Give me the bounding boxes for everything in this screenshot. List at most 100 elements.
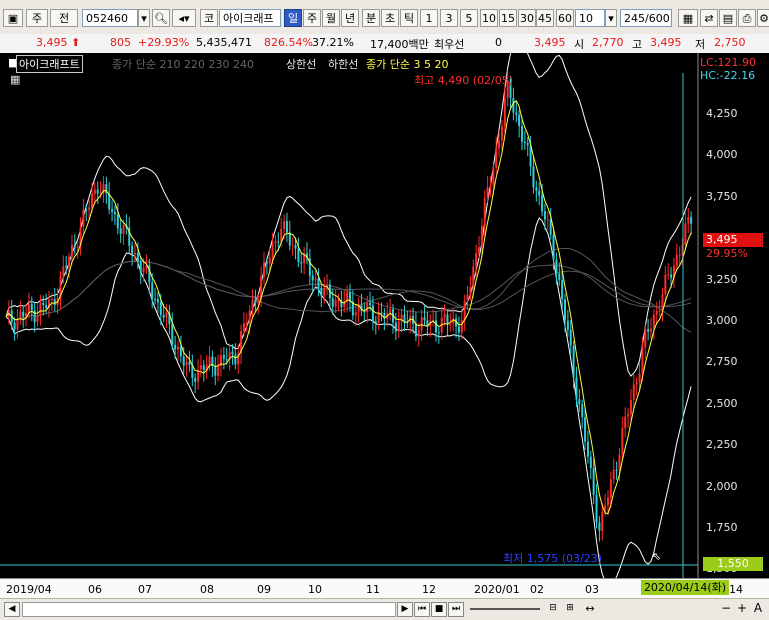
fit-icon[interactable]: ↔ <box>582 602 598 617</box>
amount-value: 17,400백만 <box>370 38 429 51</box>
tab-second[interactable]: 초 <box>381 9 399 27</box>
candle-body <box>134 252 136 255</box>
candle-body <box>678 254 681 256</box>
tab-tick[interactable]: 틱 <box>400 9 418 27</box>
interval-5[interactable]: 5 <box>460 9 478 27</box>
high-annotation: 최고 4,490 (02/05) <box>414 74 514 87</box>
candle-body <box>655 311 658 315</box>
chart-scrollbar[interactable]: ◀ ▶ ⏮ ■ ⏭ ⊟ ⊞ ↔ − + A <box>0 598 769 620</box>
interval-15[interactable]: 15 <box>499 9 517 27</box>
y-tick-label: 2,500 <box>706 396 738 410</box>
tab-week[interactable]: 주 <box>303 9 321 27</box>
candle-body <box>317 278 320 289</box>
zoom-slider[interactable] <box>470 608 540 610</box>
candle-body <box>598 522 601 531</box>
plus-icon[interactable]: + <box>734 602 750 617</box>
candle-body <box>68 257 71 267</box>
interval-3[interactable]: 3 <box>440 9 458 27</box>
x-tick-label: 11 <box>366 583 380 596</box>
tab-minute[interactable]: 분 <box>362 9 380 27</box>
save-icon[interactable]: ▤ <box>719 9 737 27</box>
candle-body <box>354 311 357 316</box>
interval-1[interactable]: 1 <box>420 9 438 27</box>
tab-day[interactable]: 일 <box>284 9 302 27</box>
stock-code-input[interactable]: 052460 <box>82 9 138 27</box>
chart-settings-icon[interactable]: ▣ <box>3 9 23 27</box>
candle-body <box>569 329 572 346</box>
candle-body <box>65 266 68 268</box>
candle-body <box>420 317 423 331</box>
candle-body <box>76 246 79 248</box>
interval-60[interactable]: 60 <box>556 9 574 27</box>
candle-body <box>489 184 492 188</box>
x-tick-label: 08 <box>200 583 214 596</box>
code-dropdown-icon[interactable]: ▾ <box>138 9 150 27</box>
candle-body <box>629 399 632 415</box>
candle-body <box>177 346 179 350</box>
candle-body <box>664 274 667 295</box>
zoom-out-icon[interactable]: ⊟ <box>545 602 561 617</box>
candle-body <box>96 189 99 194</box>
candle-body <box>174 344 177 350</box>
first-icon[interactable]: ⏮ <box>414 602 430 617</box>
price-chart[interactable]: ■ 아이크래프트 ▦ 종가 단순 210 220 230 240 상한선 하한선… <box>0 53 769 598</box>
candle-body <box>159 302 162 316</box>
print-icon[interactable]: ⎙ <box>738 9 756 27</box>
candle-body <box>194 377 197 382</box>
tab-month[interactable]: 월 <box>322 9 340 27</box>
scroll-right-icon[interactable]: ▶ <box>397 602 413 617</box>
tab-year[interactable]: 년 <box>341 9 359 27</box>
scroll-left-icon[interactable]: ◀ <box>4 602 20 617</box>
zoom-in-icon[interactable]: ⊞ <box>562 602 578 617</box>
cursor-date-tag: 2020/04/14(화) <box>641 580 729 595</box>
candle-body <box>271 243 274 258</box>
candle-body <box>523 141 526 144</box>
volume-value: 5,435,471 <box>196 36 252 49</box>
period-button[interactable]: 주 <box>26 9 48 27</box>
y-tick-label: 2,000 <box>706 479 738 493</box>
last-icon[interactable]: ⏭ <box>448 602 464 617</box>
best-label: 최우선 <box>434 38 465 51</box>
interval-select[interactable]: 10 <box>575 9 605 27</box>
count-input[interactable]: 245/600 <box>620 9 672 27</box>
candle-body <box>612 469 615 480</box>
x-tick-label: 10 <box>308 583 322 596</box>
scroll-track[interactable] <box>22 602 396 617</box>
candle-body <box>188 361 191 365</box>
font-size-icon[interactable]: A <box>750 602 766 617</box>
candle-body <box>621 428 624 455</box>
candle-body <box>251 299 254 311</box>
prev-button[interactable]: 전 <box>50 9 78 27</box>
stop-icon[interactable]: ■ <box>431 602 447 617</box>
compare-icon[interactable]: ⇄ <box>700 9 718 27</box>
market-button[interactable]: 코 <box>200 9 218 27</box>
interval-30[interactable]: 30 <box>518 9 536 27</box>
candle-body <box>297 248 300 263</box>
candle-body <box>70 244 73 258</box>
candle-body <box>592 468 595 495</box>
candle-body <box>265 262 268 264</box>
minus-icon[interactable]: − <box>718 602 734 617</box>
interval-45[interactable]: 45 <box>536 9 554 27</box>
candle-body <box>486 187 489 198</box>
search-icon[interactable]: 🔍︎ <box>152 9 170 27</box>
indicator-grid-icon[interactable]: ▦ <box>10 73 20 86</box>
candle-body <box>19 311 22 319</box>
candle-body <box>667 274 670 276</box>
x-tick-label: 03 <box>585 583 599 596</box>
candle-body <box>449 323 452 325</box>
interval-dropdown-icon[interactable]: ▾ <box>605 9 617 27</box>
sound-icon[interactable]: ◂▾ <box>172 9 196 27</box>
y-tick-label: 3,250 <box>706 272 738 286</box>
candle-body <box>558 273 561 280</box>
candle-body <box>366 302 369 313</box>
candle-body <box>39 302 42 316</box>
settings-icon[interactable]: ⚙ <box>757 9 769 27</box>
candle-body <box>690 217 693 224</box>
chart-canvas[interactable] <box>0 53 769 578</box>
interval-10[interactable]: 10 <box>480 9 498 27</box>
candle-body <box>119 228 122 234</box>
grid-icon[interactable]: ▦ <box>678 9 698 27</box>
candle-body <box>394 322 397 332</box>
candle-body <box>635 382 638 385</box>
